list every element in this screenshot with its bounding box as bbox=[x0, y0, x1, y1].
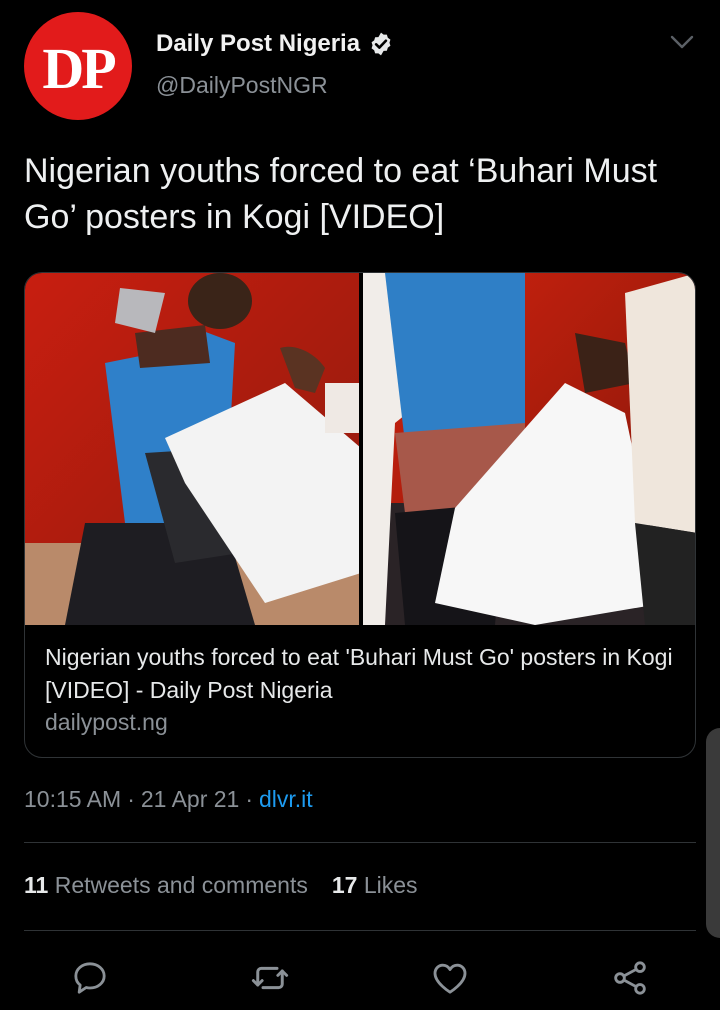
card-text: Nigerian youths forced to eat 'Buhari Mu… bbox=[45, 641, 675, 736]
divider bbox=[24, 842, 696, 843]
retweets-label: Retweets and comments bbox=[54, 872, 308, 898]
retweet-button[interactable] bbox=[248, 956, 292, 1000]
tweet-text: Nigerian youths forced to eat ‘Buhari Mu… bbox=[24, 152, 658, 236]
likes-stat[interactable]: 17 Likes bbox=[332, 872, 418, 899]
retweets-count: 11 bbox=[24, 872, 49, 898]
verified-badge-icon bbox=[371, 32, 391, 56]
share-icon bbox=[614, 961, 646, 995]
likes-count: 17 bbox=[331, 872, 358, 898]
tweet-date[interactable]: 21 Apr 21 bbox=[141, 786, 239, 813]
heart-icon bbox=[433, 963, 467, 994]
retweet-icon bbox=[251, 966, 289, 990]
avatar[interactable]: DP bbox=[24, 12, 132, 120]
tweet-source-link[interactable]: dlvr.it bbox=[259, 786, 313, 813]
display-name[interactable]: Daily Post Nigeria bbox=[156, 30, 360, 58]
author-names: Daily Post Nigeria @DailyPostNGR bbox=[156, 30, 394, 99]
tweet-stats: 11 Retweets and comments 17 Likes bbox=[24, 872, 418, 899]
meta-separator: · bbox=[127, 786, 135, 812]
card-video-thumbnail[interactable] bbox=[25, 273, 696, 625]
meta-separator: · bbox=[245, 786, 253, 812]
tweet-header: DP Daily Post Nigeria @DailyPostNGR bbox=[24, 12, 696, 122]
tweet-meta: 10:15 AM · 21 Apr 21 · dlvr.it bbox=[24, 786, 313, 813]
link-card[interactable]: Nigerian youths forced to eat 'Buhari Mu… bbox=[24, 272, 696, 758]
chevron-down-icon[interactable] bbox=[668, 32, 696, 52]
action-bar bbox=[0, 956, 720, 1006]
display-name-row: Daily Post Nigeria bbox=[156, 30, 394, 58]
likes-label: Likes bbox=[363, 872, 418, 898]
avatar-logo-text: DP bbox=[42, 35, 116, 101]
handle[interactable]: @DailyPostNGR bbox=[156, 72, 394, 99]
tweet-time[interactable]: 10:15 AM bbox=[24, 786, 121, 813]
card-title[interactable]: Nigerian youths forced to eat 'Buhari Mu… bbox=[45, 641, 675, 707]
share-button[interactable] bbox=[608, 956, 652, 1000]
card-domain: dailypost.ng bbox=[45, 709, 168, 735]
like-button[interactable] bbox=[428, 956, 472, 1000]
reply-icon bbox=[74, 962, 106, 994]
divider bbox=[24, 930, 696, 931]
reply-button[interactable] bbox=[68, 956, 112, 1000]
retweets-stat[interactable]: 11 Retweets and comments bbox=[24, 872, 308, 899]
scrollbar-handle[interactable] bbox=[706, 728, 720, 938]
